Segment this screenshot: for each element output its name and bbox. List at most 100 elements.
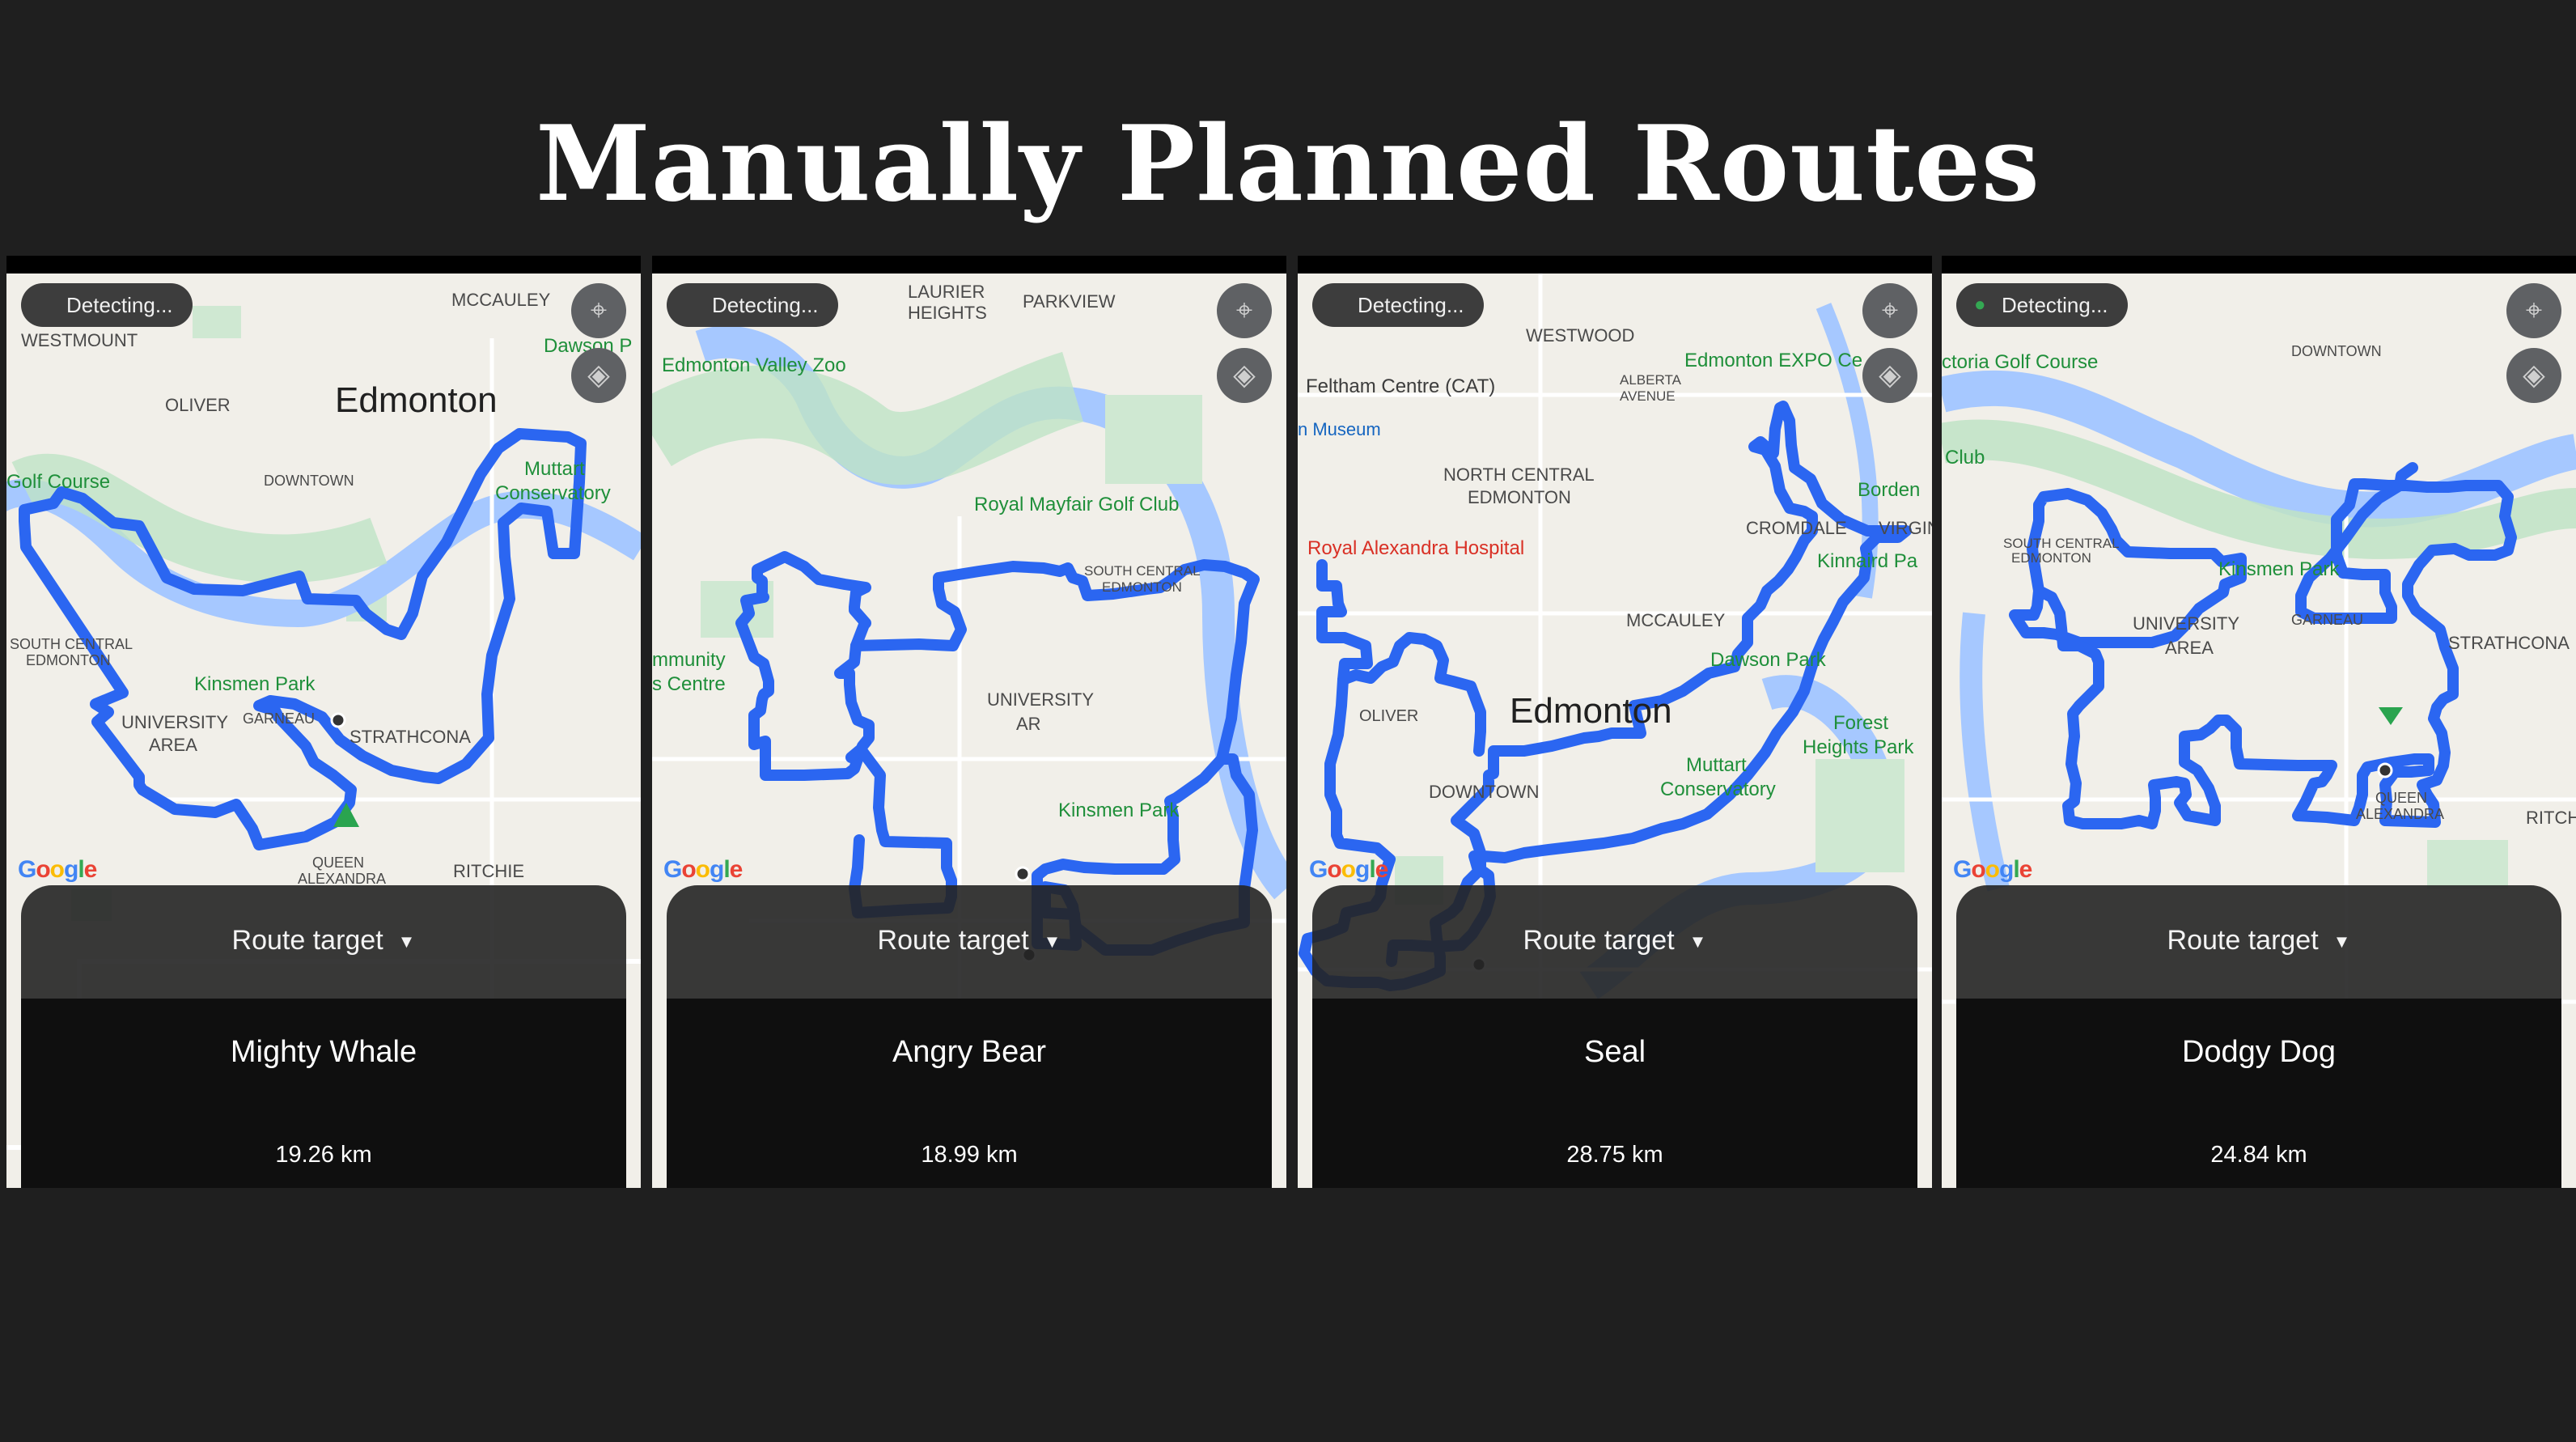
map-label: NORTH CENTRAL [1443, 464, 1595, 485]
route-info-panel: Seal 28.75 km [1312, 999, 1917, 1188]
map-label: Conservatory [1660, 778, 1776, 800]
map-label: GARNEAU [2291, 612, 2364, 628]
map-label: QUEEN [2375, 790, 2428, 806]
map-label: EDMONTON [1468, 487, 1571, 507]
map-layers-button[interactable]: ◈ [2506, 348, 2561, 403]
route-name: Mighty Whale [230, 1035, 417, 1069]
route-target-dropdown[interactable]: Route target ▼ [21, 885, 626, 999]
route-target-dropdown[interactable]: Route target ▼ [1956, 885, 2561, 999]
route-target-label: Route target [877, 925, 1029, 956]
map-layers-button[interactable]: ◈ [1862, 348, 1917, 403]
map-label: Golf Course [6, 471, 111, 493]
map-label: AR [1016, 714, 1041, 734]
route-distance: 19.26 km [275, 1142, 372, 1168]
map-label: ALBERTA [1620, 372, 1681, 388]
detecting-status: Detecting... [21, 283, 193, 327]
map-label: SOUTH CENTRAL [1084, 563, 1201, 579]
map-label: DOWNTOWN [264, 473, 354, 489]
map-label: EDMONTON [26, 652, 111, 668]
detecting-label: Detecting... [2002, 293, 2108, 317]
map-label: CROMDALE [1746, 518, 1847, 538]
map-label: Feltham Centre (CAT) [1306, 375, 1496, 397]
caret-down-icon: ▼ [1043, 931, 1061, 952]
map-label: LAURIER [908, 282, 985, 302]
map-label: EDMONTON [2011, 550, 2091, 566]
map-label: ALEXANDRA [2356, 806, 2445, 822]
map-label: AREA [2165, 638, 2214, 658]
layers-icon: ◈ [2523, 358, 2545, 391]
map-label: WESTMOUNT [21, 330, 138, 350]
google-logo: Google [1953, 856, 2032, 883]
route-info-panel: Dodgy Dog 24.84 km [1956, 999, 2561, 1188]
map-label: STRATHCONA [350, 727, 471, 747]
map-label: WESTWOOD [1526, 325, 1635, 346]
locate-icon: ⌖ [1235, 293, 1253, 326]
map-label: OLIVER [165, 395, 231, 415]
page-title: Manually Planned Routes [536, 104, 2040, 225]
map-label: QUEEN [312, 855, 365, 871]
map-layers-button[interactable]: ◈ [571, 348, 626, 403]
map-label: RITCHIE [453, 861, 524, 881]
phone-mighty-whale: MCCAULEY WESTMOUNT Dawson P OLIVER Edmon… [6, 256, 641, 1188]
map-label: MCCAULEY [451, 290, 551, 310]
detecting-status: ● Detecting... [1956, 283, 2128, 327]
map-label: Forest [1833, 712, 1889, 734]
my-location-button[interactable]: ⌖ [571, 283, 626, 338]
locate-icon: ⌖ [2525, 293, 2543, 326]
map-label: Kinsmen Park [2218, 558, 2340, 580]
route-info-panel: Mighty Whale 19.26 km [21, 999, 626, 1188]
detecting-label: Detecting... [1358, 293, 1464, 317]
route-target-dropdown[interactable]: Route target ▼ [1312, 885, 1917, 999]
map-label: Royal Mayfair Golf Club [974, 494, 1180, 515]
map-label: OLIVER [1359, 707, 1419, 725]
google-logo: Google [1309, 856, 1388, 883]
route-name: Angry Bear [892, 1035, 1047, 1069]
route-target-dropdown[interactable]: Route target ▼ [667, 885, 1272, 999]
phone-dodgy-dog: ctoria Golf Course DOWNTOWN Club SOUTH C… [1942, 256, 2576, 1188]
map-label: UNIVERSITY [2133, 613, 2240, 634]
phone-angry-bear: LAURIER HEIGHTS PARKVIEW Edmonton Valley… [652, 256, 1286, 1188]
detecting-label: Detecting... [66, 293, 173, 317]
map-label: Borden [1858, 479, 1921, 501]
map-label: Dawson Park [1710, 649, 1826, 671]
map-label: Edmonton [335, 380, 498, 420]
map-label: Heights Park [1803, 736, 1914, 758]
map-label: AVENUE [1620, 388, 1676, 404]
route-distance: 18.99 km [921, 1142, 1018, 1168]
phone-seal: WESTWOOD Edmonton EXPO Ce Feltham Centre… [1298, 256, 1932, 1188]
map-label: RITCH [2526, 808, 2576, 828]
my-location-button[interactable]: ⌖ [1217, 283, 1272, 338]
map-label: MCCAULEY [1626, 610, 1726, 630]
layers-icon: ◈ [1233, 358, 1256, 391]
my-location-button[interactable]: ⌖ [2506, 283, 2561, 338]
location-pin-icon: ● [1974, 294, 1986, 316]
detecting-status: Detecting... [667, 283, 838, 327]
google-logo: Google [18, 856, 97, 883]
layers-icon: ◈ [587, 358, 610, 391]
map-label: DOWNTOWN [2291, 343, 2382, 359]
map-label: Edmonton EXPO Ce [1684, 350, 1863, 371]
google-logo: Google [663, 856, 743, 883]
route-info-panel: Angry Bear 18.99 km [667, 999, 1272, 1188]
route-target-label: Route target [231, 925, 383, 956]
map-label: STRATHCONA [2448, 633, 2570, 653]
detecting-status: Detecting... [1312, 283, 1484, 327]
route-name: Dodgy Dog [2181, 1035, 2337, 1069]
caret-down-icon: ▼ [1688, 931, 1707, 952]
map-label: Club [1945, 447, 1985, 469]
route-target-label: Route target [2167, 925, 2319, 956]
map-label: Edmonton [1510, 691, 1672, 731]
map-label: DOWNTOWN [1429, 782, 1540, 802]
map-label: PARKVIEW [1023, 291, 1116, 312]
map-label: ctoria Golf Course [1942, 351, 2099, 373]
map-label: VIRGINI [1879, 518, 1932, 538]
locate-icon: ⌖ [590, 293, 608, 326]
my-location-button[interactable]: ⌖ [1862, 283, 1917, 338]
layers-icon: ◈ [1879, 358, 1901, 391]
route-distance: 28.75 km [1566, 1142, 1663, 1168]
map-label: Conservatory [495, 482, 611, 504]
map-layers-button[interactable]: ◈ [1217, 348, 1272, 403]
caret-down-icon: ▼ [2332, 931, 2351, 952]
map-label: AREA [149, 735, 197, 755]
map-label: s Centre [652, 673, 726, 695]
